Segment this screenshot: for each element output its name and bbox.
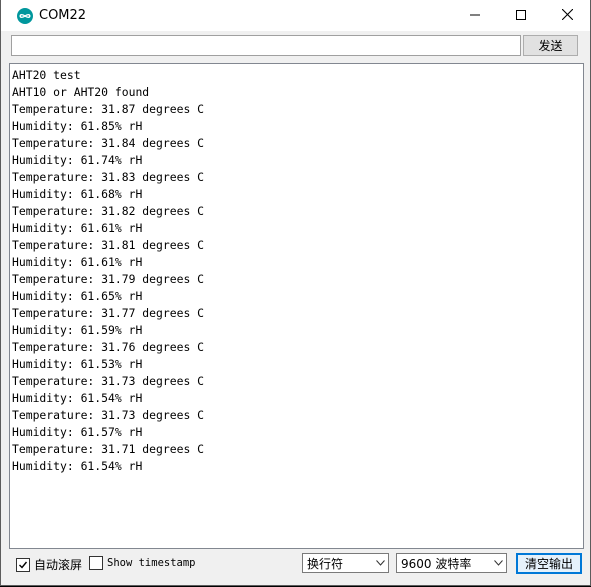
line-ending-value: 换行符 xyxy=(307,556,344,571)
close-button[interactable] xyxy=(544,0,590,31)
bottom-toolbar: 自动滚屏 Show timestamp 换行符 9600 波特率 清空输出 xyxy=(1,550,590,585)
output-line: Temperature: 31.79 degrees C xyxy=(12,272,205,286)
chevron-down-icon xyxy=(490,560,506,566)
output-line: Temperature: 31.73 degrees C xyxy=(12,408,205,422)
output-line: Temperature: 31.71 degrees C xyxy=(12,442,205,456)
window-title: COM22 xyxy=(39,8,87,23)
maximize-icon xyxy=(516,7,526,25)
send-row: 发送 xyxy=(1,31,590,62)
output-line: Temperature: 31.76 degrees C xyxy=(12,340,205,354)
autoscroll-check-box[interactable] xyxy=(16,557,30,572)
output-line: AHT10 or AHT20 found xyxy=(12,85,150,99)
output-line: Temperature: 31.73 degrees C xyxy=(12,374,205,388)
maximize-button[interactable] xyxy=(498,0,544,31)
baud-rate-select[interactable]: 9600 波特率 xyxy=(396,553,507,573)
output-line: Temperature: 31.84 degrees C xyxy=(12,136,205,150)
output-line: AHT20 test xyxy=(12,68,81,82)
output-line: Temperature: 31.77 degrees C xyxy=(12,306,205,320)
output-line: Humidity: 61.57% rH xyxy=(12,425,143,439)
output-line: Temperature: 31.82 degrees C xyxy=(12,204,205,218)
output-line: Humidity: 61.85% rH xyxy=(12,119,143,133)
output-line: Humidity: 61.61% rH xyxy=(12,221,143,235)
output-line: Humidity: 61.54% rH xyxy=(12,459,143,473)
timestamp-label: Show timestamp xyxy=(107,557,196,569)
output-line: Humidity: 61.74% rH xyxy=(12,153,143,167)
serial-output[interactable]: AHT20 test AHT10 or AHT20 found Temperatur… xyxy=(9,63,584,549)
output-line: Temperature: 31.83 degrees C xyxy=(12,170,205,184)
arduino-logo-icon xyxy=(17,7,33,24)
output-line: Humidity: 61.68% rH xyxy=(12,187,143,201)
output-line: Humidity: 61.59% rH xyxy=(12,323,143,337)
timestamp-check-box[interactable] xyxy=(89,556,103,570)
timestamp-checkbox[interactable]: Show timestamp xyxy=(89,556,196,570)
output-line: Humidity: 61.61% rH xyxy=(12,255,143,269)
output-line: Humidity: 61.54% rH xyxy=(12,391,143,405)
autoscroll-label: 自动滚屏 xyxy=(34,558,83,572)
clear-output-button[interactable]: 清空输出 xyxy=(516,553,582,574)
serial-monitor-window: COM22 发送 AHT20 test AHT10 or AHT20 found T… xyxy=(0,0,591,586)
title-bar[interactable]: COM22 xyxy=(1,0,590,31)
close-icon xyxy=(561,7,573,25)
baud-rate-value: 9600 波特率 xyxy=(401,556,472,571)
output-lines: AHT20 test AHT10 or AHT20 found Temperatur… xyxy=(10,64,583,475)
send-input[interactable] xyxy=(11,35,521,56)
send-button[interactable]: 发送 xyxy=(523,35,578,56)
output-line: Humidity: 61.53% rH xyxy=(12,357,143,371)
output-line: Humidity: 61.65% rH xyxy=(12,289,143,303)
output-line: Temperature: 31.87 degrees C xyxy=(12,102,205,116)
autoscroll-checkbox[interactable]: 自动滚屏 xyxy=(16,556,82,573)
chevron-down-icon xyxy=(372,560,388,566)
minimize-icon xyxy=(470,7,480,25)
output-line: Temperature: 31.81 degrees C xyxy=(12,238,205,252)
minimize-button[interactable] xyxy=(452,0,498,31)
line-ending-select[interactable]: 换行符 xyxy=(302,553,389,573)
checkmark-icon xyxy=(19,561,28,569)
